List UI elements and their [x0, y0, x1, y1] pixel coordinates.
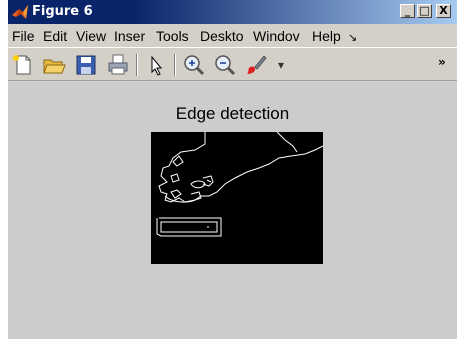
figure-toolbar: ▾ » [8, 47, 457, 81]
minimize-button[interactable]: _ [400, 4, 415, 18]
menu-overflow-icon[interactable]: ↘ [348, 30, 357, 46]
dropdown-arrow-icon[interactable]: ▾ [269, 53, 293, 77]
zoom-out-icon[interactable] [213, 53, 237, 77]
title-bar[interactable]: Figure 6 _ □ X [8, 0, 457, 24]
menu-window[interactable]: Windov [253, 28, 300, 44]
menu-edit[interactable]: Edit [43, 28, 67, 44]
figure-canvas: Edge detection [8, 82, 457, 339]
window-title: Figure 6 [32, 4, 93, 19]
print-icon[interactable] [106, 53, 130, 77]
menu-desktop[interactable]: Deskto [200, 28, 244, 44]
menu-view[interactable]: View [76, 28, 106, 44]
open-file-icon[interactable] [42, 53, 66, 77]
maximize-button[interactable]: □ [417, 4, 432, 18]
toolbar-separator [174, 54, 176, 76]
new-figure-icon[interactable] [11, 53, 35, 77]
edge-detection-image[interactable] [151, 131, 324, 264]
edge-map [156, 131, 324, 237]
menu-insert[interactable]: Inser [114, 28, 145, 44]
save-icon[interactable] [74, 53, 98, 77]
menu-bar: File Edit View Inser Tools Deskto Windov… [8, 25, 457, 46]
menu-file[interactable]: File [12, 28, 35, 44]
figure-window: Figure 6 _ □ X File Edit View Inser Tool… [8, 0, 457, 339]
menu-tools[interactable]: Tools [156, 28, 189, 44]
zoom-in-icon[interactable] [182, 53, 206, 77]
toolbar-separator [136, 54, 138, 76]
menu-help[interactable]: Help [312, 28, 341, 44]
pointer-icon[interactable] [144, 53, 168, 77]
plot-title: Edge detection [175, 104, 290, 123]
matlab-logo-icon [11, 3, 29, 21]
overflow-chevron-icon[interactable]: » [438, 53, 457, 77]
brush-icon[interactable] [244, 53, 268, 77]
close-button[interactable]: X [436, 4, 451, 18]
